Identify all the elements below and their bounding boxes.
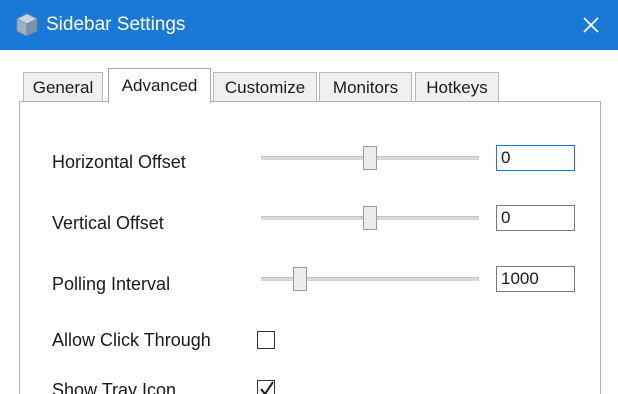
polling-interval-input[interactable] bbox=[496, 266, 575, 292]
checkmark-icon bbox=[260, 381, 274, 394]
vertical-offset-label: Vertical Offset bbox=[52, 213, 164, 233]
tab-strip: General Customize Monitors Hotkeys Advan… bbox=[20, 68, 610, 103]
polling-interval-label: Polling Interval bbox=[52, 274, 171, 294]
vertical-offset-slider[interactable] bbox=[261, 206, 479, 230]
polling-interval-slider[interactable] bbox=[261, 267, 479, 291]
allow-click-through-checkbox[interactable] bbox=[257, 331, 275, 349]
window-title: Sidebar Settings bbox=[46, 14, 186, 35]
close-icon bbox=[583, 17, 599, 33]
slider-thumb[interactable] bbox=[363, 206, 377, 230]
tab-general[interactable]: General bbox=[23, 72, 103, 102]
tab-customize[interactable]: Customize bbox=[213, 72, 317, 102]
sidebar-cube-icon bbox=[16, 13, 38, 37]
horizontal-offset-slider[interactable] bbox=[261, 146, 479, 170]
show-tray-icon-checkbox[interactable] bbox=[257, 380, 275, 394]
tab-monitors[interactable]: Monitors bbox=[319, 72, 412, 102]
title-bar[interactable]: Sidebar Settings bbox=[0, 0, 618, 50]
slider-thumb[interactable] bbox=[293, 267, 308, 291]
allow-click-through-label: Allow Click Through bbox=[52, 330, 211, 350]
horizontal-offset-label: Horizontal Offset bbox=[52, 152, 186, 172]
tab-advanced[interactable]: Advanced bbox=[108, 68, 211, 103]
horizontal-offset-input[interactable] bbox=[496, 145, 575, 171]
show-tray-icon-label: Show Tray Icon bbox=[52, 380, 177, 394]
settings-window: Sidebar Settings General Customize Monit… bbox=[0, 0, 618, 394]
slider-thumb[interactable] bbox=[363, 146, 377, 170]
vertical-offset-input[interactable] bbox=[496, 205, 575, 231]
tab-hotkeys[interactable]: Hotkeys bbox=[415, 72, 499, 102]
close-button[interactable] bbox=[572, 6, 610, 44]
